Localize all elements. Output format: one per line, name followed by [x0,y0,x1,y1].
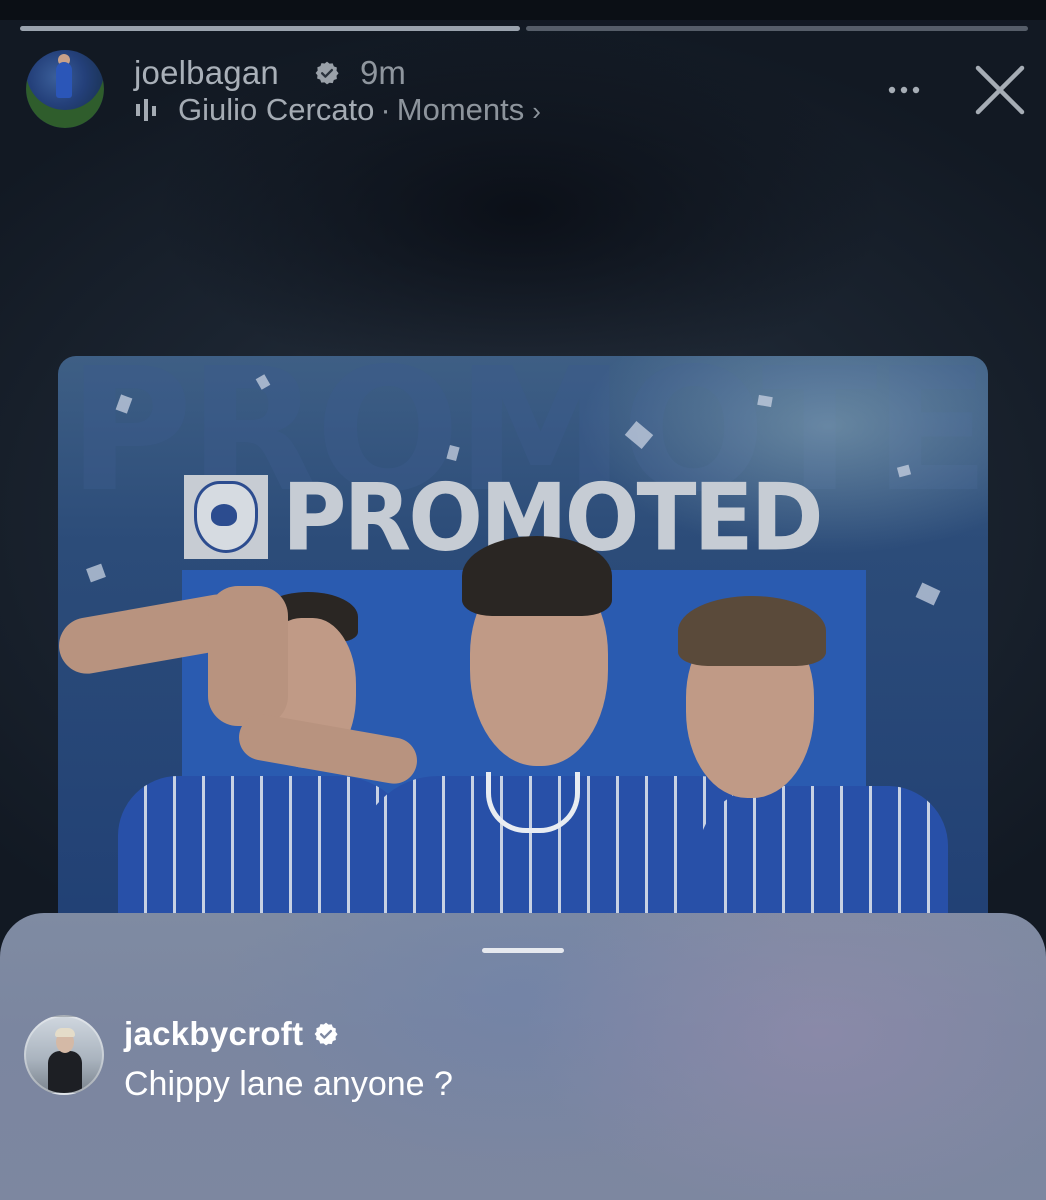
story-timestamp: 9m [360,54,406,91]
avatar[interactable] [24,1015,104,1095]
sheet-drag-handle[interactable] [482,948,564,953]
story-username[interactable]: joelbagan [134,54,279,92]
avatar-figure-body [56,62,72,98]
status-bar-area [0,0,1046,20]
avatar-figure-body [48,1051,82,1093]
story-viewer: joelbagan 9m Giulio Cercato · Moments › PRO… [0,0,1046,1200]
more-options-icon[interactable] [884,70,924,110]
story-progress-segment-1 [20,26,520,31]
verified-badge-icon [314,1022,338,1046]
music-title: Moments [396,92,525,127]
shared-post-card[interactable]: PROMOTED PROMOTED [58,356,988,976]
comment-username[interactable]: jackbycroft [124,1015,303,1053]
chevron-right-icon: › [532,96,541,126]
music-separator: · [380,92,391,127]
comments-sheet: jackbycroft Chippy lane anyone ? [0,913,1046,1200]
comment-text: Chippy lane anyone ? [124,1065,453,1103]
avatar[interactable] [26,50,104,128]
avatar-figure-hair [55,1028,75,1037]
music-bars-icon [136,99,156,121]
verified-badge-icon [315,61,339,85]
player-right-hair [678,596,826,666]
story-progress-segment-2 [526,26,1028,31]
story-header: joelbagan 9m Giulio Cercato · Moments › [26,50,1026,130]
music-artist: Giulio Cercato [178,92,375,127]
music-attribution[interactable]: Giulio Cercato · Moments › [134,92,541,128]
player-right [58,356,988,976]
close-icon[interactable] [972,62,1028,118]
